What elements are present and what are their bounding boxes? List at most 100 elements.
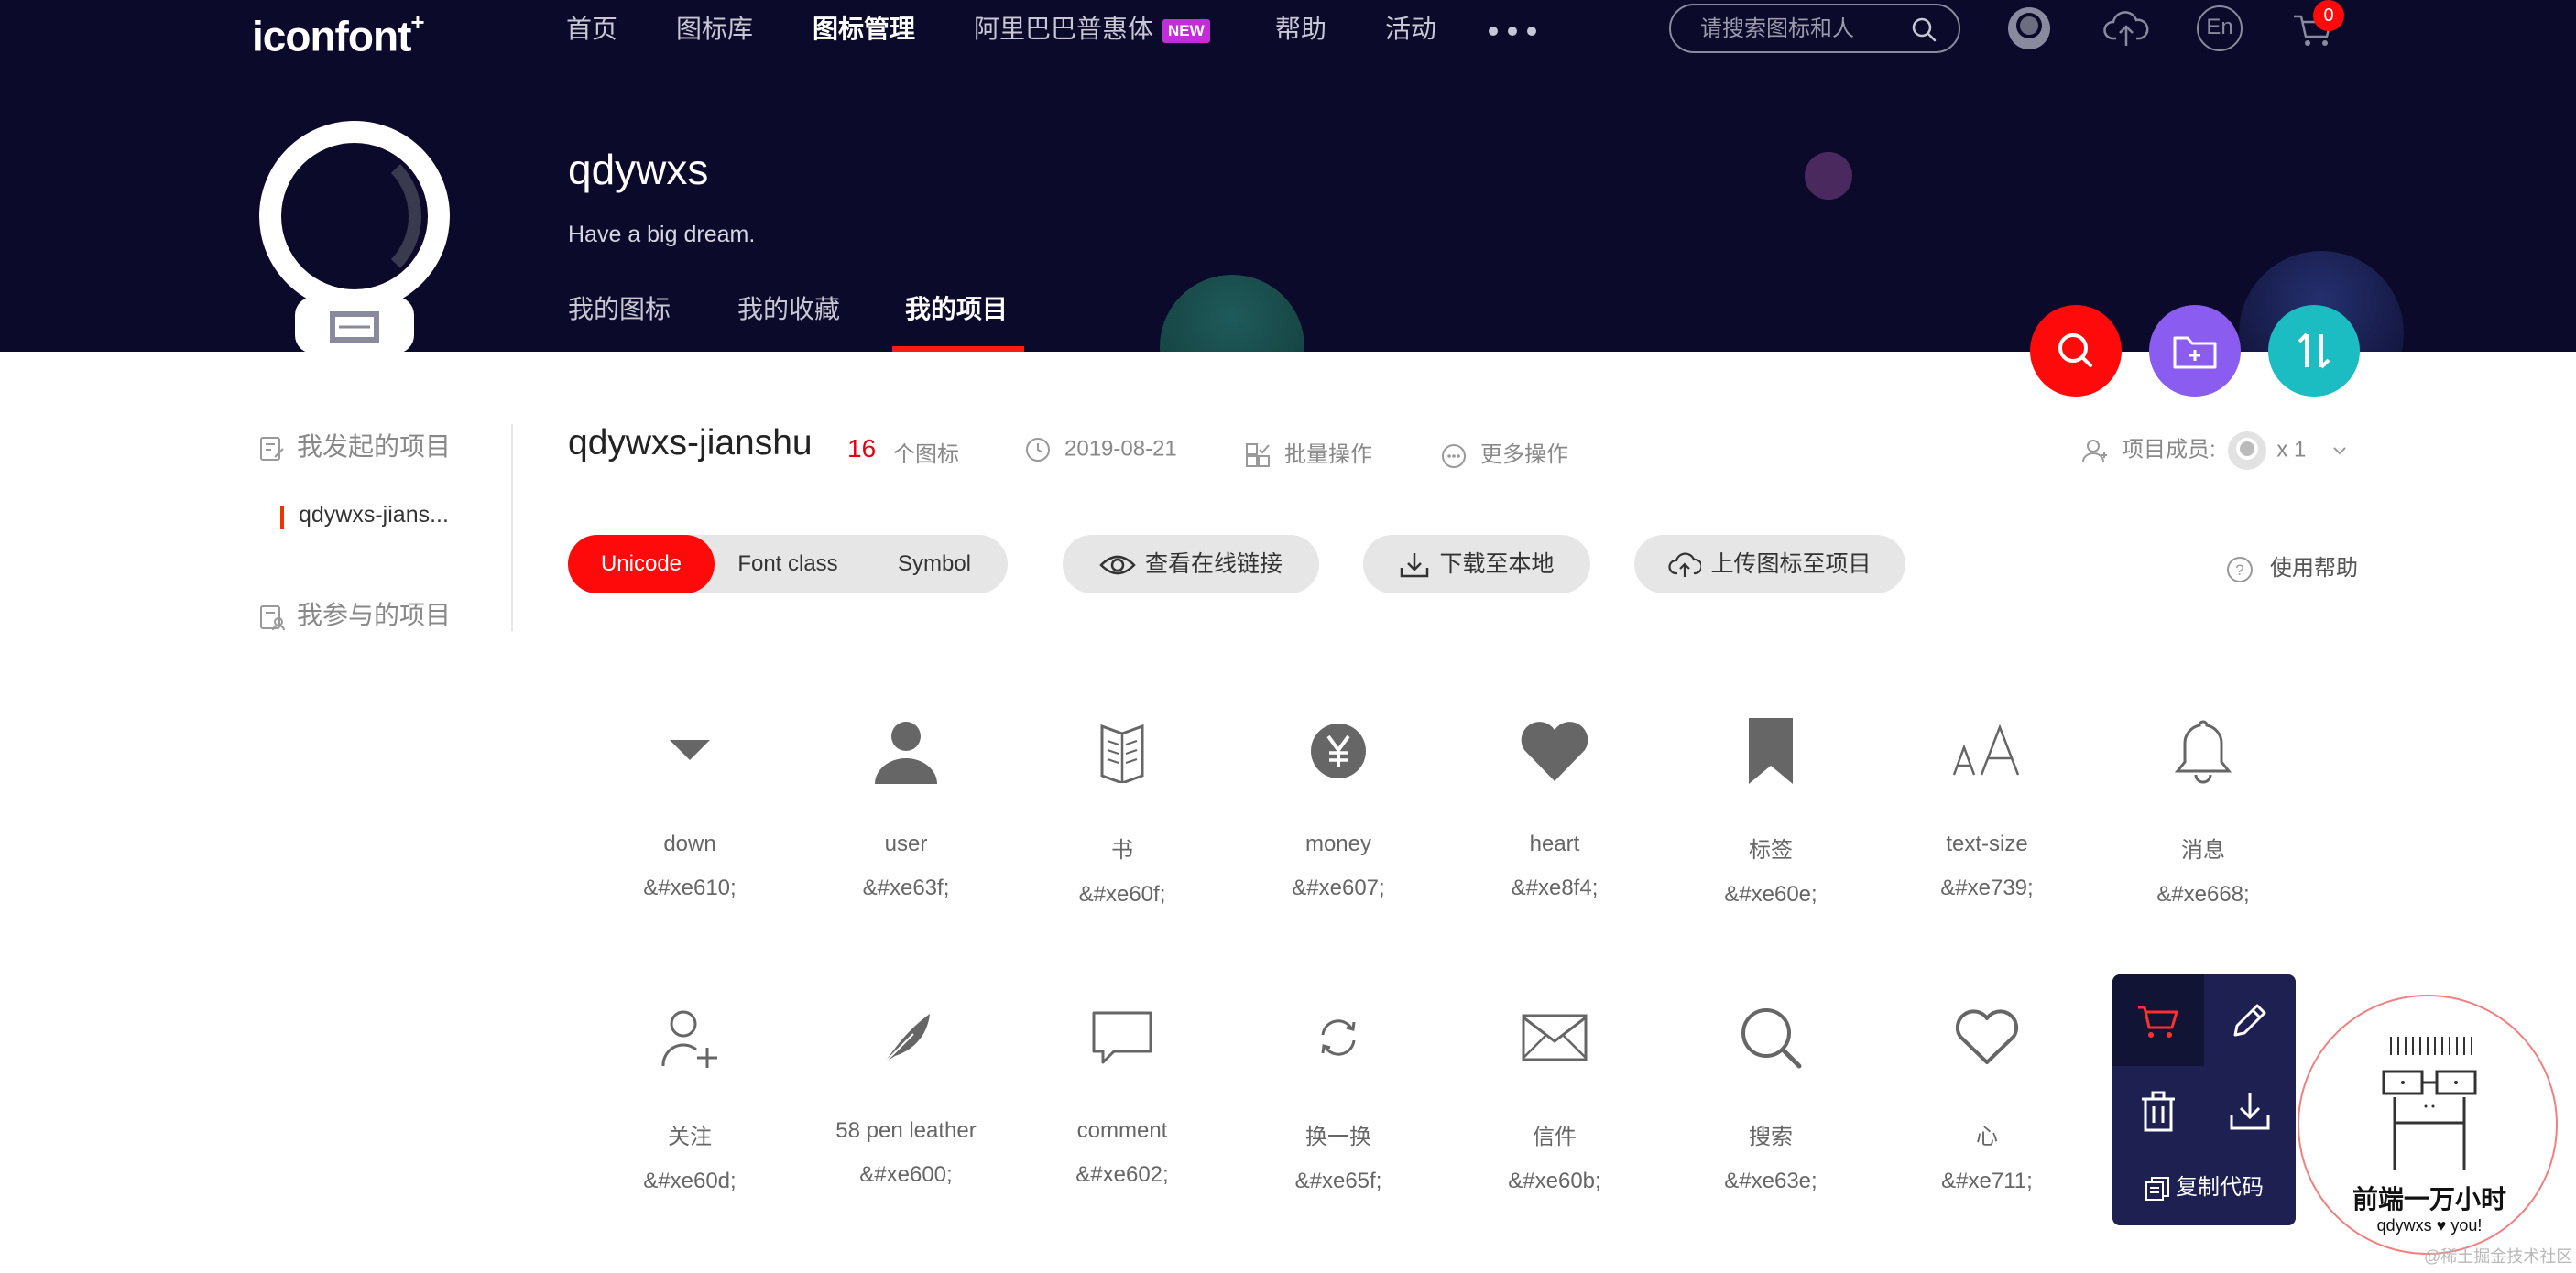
iconfont-logo[interactable]: iconfont+ xyxy=(252,0,425,60)
search-input[interactable] xyxy=(1698,15,1913,44)
download-icon-button[interactable] xyxy=(2204,1066,2296,1158)
search-icon xyxy=(2058,333,2092,367)
tab-my-projects[interactable]: 我的项目 xyxy=(905,289,1008,326)
icon-card[interactable]: 搜索 &#xe63e; xyxy=(1663,1001,1879,1194)
svg-text:?: ? xyxy=(2235,561,2243,579)
watermark-subtitle: qdywxs ♥ you! xyxy=(2376,1216,2483,1235)
icon-card[interactable]: money &#xe607; xyxy=(1230,714,1446,901)
tab-my-favorites[interactable]: 我的收藏 xyxy=(737,289,840,326)
icon-card[interactable]: comment &#xe602; xyxy=(1014,1001,1230,1188)
icon-unicode: &#xe668; xyxy=(2156,882,2250,907)
eye-icon xyxy=(1099,556,1136,575)
icon-card[interactable]: user &#xe63f; xyxy=(798,714,1014,901)
download-local-button[interactable]: 下载至本地 xyxy=(1363,535,1590,593)
search-box[interactable] xyxy=(1669,4,1960,53)
nav-alibaba-font[interactable]: 阿里巴巴普惠体 NEW xyxy=(974,0,1210,59)
icon-name: 关注 xyxy=(668,1125,712,1149)
icon-card[interactable]: 书 &#xe60f; xyxy=(1014,714,1230,908)
avatar-icon[interactable] xyxy=(2006,5,2052,51)
nav-icon-management[interactable]: 图标管理 xyxy=(813,0,915,59)
watermark-title: 前端一万小时 xyxy=(2352,1185,2506,1213)
fab-new-folder-button[interactable] xyxy=(2149,305,2241,397)
icon-unicode: &#xe600; xyxy=(859,1162,953,1187)
add-to-cart-button[interactable] xyxy=(2112,974,2204,1066)
copy-code-button[interactable]: 复制代码 xyxy=(2112,1169,2296,1202)
member-avatar[interactable] xyxy=(2227,430,2267,471)
help-link[interactable]: ? 使用帮助 xyxy=(2226,549,2358,583)
decor-circle-purple xyxy=(1805,152,1852,200)
sidebar-project-item[interactable]: qdywxs-jians... xyxy=(299,502,449,528)
nav-help[interactable]: 帮助 xyxy=(1275,0,1326,59)
icon-unicode: &#xe8f4; xyxy=(1511,876,1599,900)
yen-icon xyxy=(1311,724,1366,778)
sidebar-joined-projects[interactable]: 我参与的项目 xyxy=(258,595,451,632)
fab-search-button[interactable] xyxy=(2030,305,2122,397)
edit-doc-icon xyxy=(260,436,284,461)
code-format-switch[interactable]: Unicode Font class Symbol xyxy=(568,535,1008,593)
icon-card[interactable]: 关注 &#xe60d; xyxy=(582,1001,798,1194)
icon-name: 搜索 xyxy=(1749,1125,1793,1149)
cart-count-badge: 0 xyxy=(2313,0,2344,31)
mascot-illustration xyxy=(2382,1037,2477,1170)
batch-icon xyxy=(1246,442,1270,467)
refresh-icon xyxy=(1321,1019,1356,1056)
icon-unicode: &#xe63f; xyxy=(862,876,950,900)
fab-sort-button[interactable] xyxy=(2268,305,2360,397)
icon-card[interactable]: 58 pen leather &#xe600; xyxy=(798,1001,1014,1188)
icon-card[interactable]: 消息 &#xe668; xyxy=(2095,714,2311,908)
icon-unicode: &#xe711; xyxy=(1941,1169,2033,1193)
trash-icon xyxy=(2142,1091,2175,1132)
tab-unicode[interactable]: Unicode xyxy=(568,535,715,593)
members-icon xyxy=(2082,440,2107,462)
project-date: 2019-08-21 xyxy=(1024,436,1177,463)
view-online-link-button[interactable]: 查看在线链接 xyxy=(1063,535,1319,593)
tab-my-icons[interactable]: 我的图标 xyxy=(568,289,671,326)
download-icon xyxy=(1401,553,1429,578)
icon-card[interactable]: down &#xe610; xyxy=(582,714,798,901)
icon-name: user xyxy=(884,832,928,856)
new-badge: NEW xyxy=(1162,18,1210,43)
clock-icon xyxy=(1026,438,1050,462)
edit-icon-button[interactable] xyxy=(2204,974,2296,1066)
tab-symbol[interactable]: Symbol xyxy=(861,535,1008,593)
icon-unicode: &#xe65f; xyxy=(1294,1169,1382,1193)
icon-card[interactable]: 信件 &#xe60b; xyxy=(1446,1001,1663,1194)
icon-unicode: &#xe63e; xyxy=(1724,1169,1817,1193)
nav-activity[interactable]: 活动 xyxy=(1385,0,1436,59)
active-tab-indicator xyxy=(892,346,1024,352)
upload-cloud-icon[interactable] xyxy=(2103,5,2149,51)
icon-name: 58 pen leather xyxy=(835,1118,977,1143)
heart-outline-icon xyxy=(1955,1009,2019,1064)
icon-name: money xyxy=(1304,832,1372,856)
more-operations-button[interactable]: 更多操作 xyxy=(1440,436,1568,470)
profile-avatar[interactable] xyxy=(258,114,451,352)
icon-name: 信件 xyxy=(1533,1125,1577,1149)
upload-icons-button[interactable]: 上传图标至项目 xyxy=(1634,535,1905,593)
search-icon[interactable] xyxy=(1911,16,1937,42)
icon-card[interactable]: 标签 &#xe60e; xyxy=(1663,714,1879,908)
tab-font-class[interactable]: Font class xyxy=(715,535,861,593)
language-toggle[interactable]: En xyxy=(2197,5,2243,51)
icon-card[interactable]: heart &#xe8f4; xyxy=(1446,714,1663,901)
sidebar-started-projects[interactable]: 我发起的项目 xyxy=(258,427,451,463)
icon-card[interactable]: 换一换 &#xe65f; xyxy=(1230,1001,1446,1194)
nav-icon-library[interactable]: 图标库 xyxy=(676,0,753,59)
profile-username: qdywxs xyxy=(568,146,709,193)
chevron-down-icon[interactable] xyxy=(2330,441,2349,460)
more-circle-icon xyxy=(1442,443,1466,468)
delete-icon-button[interactable] xyxy=(2112,1066,2204,1158)
icon-name: 心 xyxy=(1976,1125,1998,1149)
icon-hover-panel: 复制代码 xyxy=(2112,974,2296,1225)
watermark-badge: 前端一万小时 qdywxs ♥ you! xyxy=(2298,995,2558,1255)
project-members[interactable]: 项目成员: x 1 xyxy=(2081,430,2349,471)
heart-filled-icon xyxy=(1521,722,1588,781)
icon-card[interactable]: 心 &#xe711; xyxy=(1879,1001,2095,1194)
icon-card[interactable]: text-size &#xe739; xyxy=(1879,714,2095,901)
batch-operation-button[interactable]: 批量操作 xyxy=(1244,436,1372,470)
more-nav-icon[interactable] xyxy=(1489,24,1546,40)
folder-add-icon xyxy=(2173,336,2217,369)
text-size-icon xyxy=(1952,724,2020,776)
nav-home[interactable]: 首页 xyxy=(566,0,617,59)
project-title: qdywxs-jianshu xyxy=(568,423,813,462)
icon-name: text-size xyxy=(1946,832,2028,856)
